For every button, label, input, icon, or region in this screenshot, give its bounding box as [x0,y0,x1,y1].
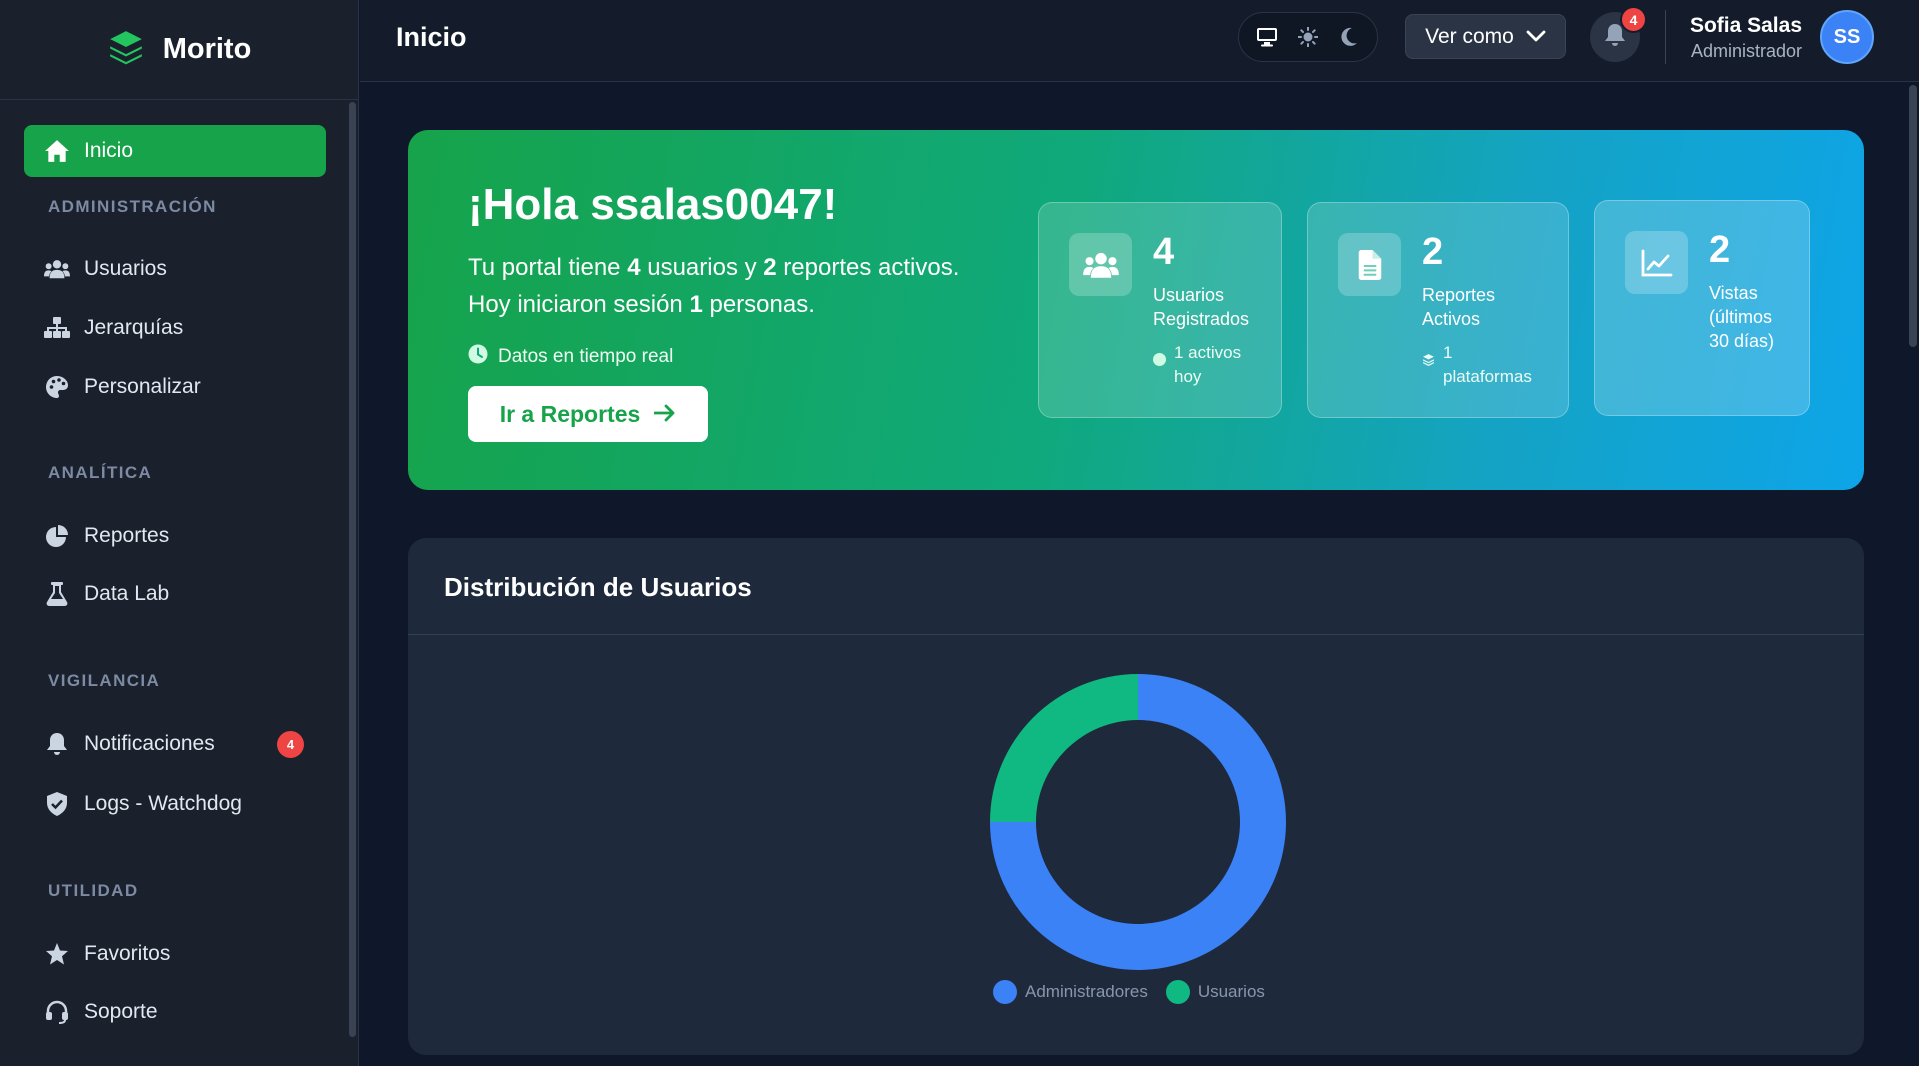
live-data-indicator: Datos en tiempo real [468,344,673,370]
chart-legend: Administradores Usuarios [993,980,1265,1004]
card-divider [408,634,1864,635]
live-data-label: Datos en tiempo real [498,346,674,367]
sidebar-item-label: Personalizar [84,375,201,398]
cta-label: Ir a Reportes [499,400,641,427]
sidebar-item-data-lab[interactable]: Data Lab [24,568,326,620]
summary-line-1: Tu portal tiene 4 usuarios y 2 reportes … [468,254,960,281]
sidebar-item-logs-watchdog[interactable]: Logs - Watchdog [24,778,326,830]
users-icon [1069,233,1132,296]
sidebar: Morito Inicio ADMINISTRACIÓN Usuarios Je… [0,0,359,1066]
chart-line-icon [1625,231,1688,294]
sidebar-item-favoritos[interactable]: Favoritos [24,928,326,980]
stat-label: Reportes Activos [1422,285,1496,329]
sidebar-item-label: Data Lab [84,582,170,605]
desktop-icon[interactable] [1250,20,1284,54]
sidebar-item-personalizar[interactable]: Personalizar [24,361,326,413]
go-to-reports-button[interactable]: Ir a Reportes [468,386,708,442]
section-analitica: ANALÍTICA [48,463,153,482]
sidebar-item-label: Favoritos [84,942,171,965]
sidebar-item-label: Jerarquías [84,316,184,339]
arrow-right-icon [653,401,676,428]
star-icon [44,941,70,967]
sidebar-item-label: Soporte [84,1000,158,1023]
legend-label: Administradores [1025,982,1148,1001]
headset-icon [44,999,70,1025]
sitemap-icon [44,315,70,341]
sidebar-item-jerarquias[interactable]: Jerarquías [24,302,326,354]
user-role: Administrador [1690,41,1802,61]
moon-icon[interactable] [1332,20,1366,54]
greeting-title: ¡Hola ssalas0047! [468,180,838,229]
section-utilidad: UTILIDAD [48,881,139,900]
sidebar-item-label: Logs - Watchdog [84,792,242,815]
legend-swatch [993,980,1017,1004]
view-as-dropdown[interactable]: Ver como [1405,14,1566,59]
section-administracion: ADMINISTRACIÓN [48,197,217,216]
card-title: Distribución de Usuarios [444,572,752,602]
sidebar-item-label: Inicio [84,139,134,162]
layers-logo-icon [107,28,145,71]
sidebar-item-soporte[interactable]: Soporte [24,986,326,1038]
brand[interactable]: Morito [0,0,358,100]
stat-label: Vistas (últimos 30 días) [1709,283,1775,351]
bell-icon [44,731,70,757]
stat-value: 2 [1709,229,1731,271]
shield-icon [44,791,70,817]
notification-count-badge: 4 [1620,6,1647,33]
notification-badge: 4 [277,731,304,758]
stat-card-reports[interactable]: 2 Reportes Activos 1 plataformas [1307,202,1569,418]
top-header: Inicio Ver como 4 Sofia Salas Administra… [360,0,1919,82]
stat-subtext: 1 plataformas [1422,341,1532,389]
sidebar-item-reportes[interactable]: Reportes [24,510,326,562]
sidebar-item-label: Usuarios [84,257,167,280]
stat-value: 2 [1422,231,1444,273]
doughnut-chart[interactable] [978,662,1298,982]
user-name[interactable]: Sofia Salas [1690,14,1802,38]
donut-slice-usuarios[interactable] [990,674,1138,822]
chevron-down-icon [1526,25,1546,49]
home-icon [44,138,70,164]
summary-line-2: Hoy iniciaron sesión 1 personas. [468,291,815,318]
stat-value: 4 [1153,231,1175,273]
users-icon [44,256,70,282]
user-distribution-card: Distribución de Usuarios Administradores… [408,538,1864,1055]
layer-group-icon [1422,349,1435,366]
sun-icon[interactable] [1291,20,1325,54]
main-scrollbar[interactable] [1909,85,1917,347]
stat-card-users[interactable]: 4 Usuarios Registrados 1 activos hoy [1038,202,1282,418]
sidebar-item-inicio[interactable]: Inicio [24,125,326,177]
sidebar-scrollbar[interactable] [349,102,356,1037]
sidebar-item-label: Reportes [84,524,170,547]
file-icon [1338,233,1401,296]
view-as-label: Ver como [1425,24,1514,48]
legend-swatch [1165,980,1190,1004]
chart-pie-icon [44,523,70,549]
status-dot-icon [1153,349,1166,366]
avatar[interactable]: SS [1820,10,1874,64]
stat-subtext: 1 activos hoy [1153,341,1241,389]
stat-label: Usuarios Registrados [1153,285,1250,329]
palette-icon [44,374,70,400]
page-title: Inicio [396,22,467,52]
legend-item-usuarios[interactable]: Usuarios [1165,980,1265,1004]
flask-icon [44,581,70,607]
legend-label: Usuarios [1197,982,1265,1001]
stat-card-views[interactable]: 2 Vistas (últimos 30 días) [1594,200,1810,416]
brand-name: Morito [162,33,252,65]
sidebar-item-label: Notificaciones [84,732,215,755]
sidebar-item-notificaciones[interactable]: Notificaciones 4 [24,718,326,770]
welcome-banner: ¡Hola ssalas0047! Tu portal tiene 4 usua… [408,130,1864,490]
header-divider [1665,10,1666,64]
clock-icon [468,344,488,370]
sidebar-item-usuarios[interactable]: Usuarios [24,243,326,295]
legend-item-administradores[interactable]: Administradores [993,980,1148,1004]
section-vigilancia: VIGILANCIA [48,671,161,690]
theme-switcher [1238,12,1378,62]
